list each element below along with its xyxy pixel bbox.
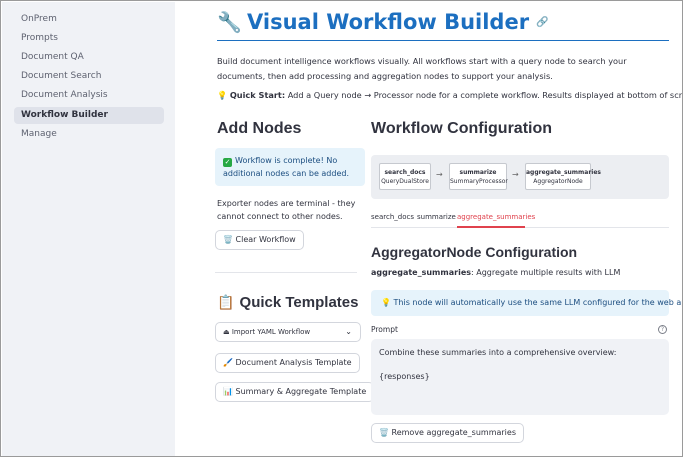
lightbulb-icon: 💡 [381,298,391,307]
graph-arrow: → [512,170,519,179]
success-alert: ✓ Workflow is complete! No additional nod… [215,148,365,186]
sidebar: OnPrem Prompts Document QA Document Sear… [2,2,175,456]
active-tab-indicator [457,226,525,228]
graph-node-summarize[interactable]: summarize SummaryProcessor [449,163,508,190]
import-icon: ⏏ [223,328,230,336]
quick-start-label: Quick Start: [229,90,286,100]
quick-templates-header: 📋 Quick Templates [217,292,358,311]
prompt-textarea[interactable]: Combine these summaries into a comprehen… [371,339,669,415]
document-analysis-template-button[interactable]: 🖌️ Document Analysis Template [215,353,360,373]
success-message: Workflow is complete! No additional node… [223,156,350,178]
quick-start-text: Add a Query node → Processor node for a … [285,90,683,100]
help-icon[interactable]: ? [658,325,667,334]
sidebar-item-onprem[interactable]: OnPrem [14,11,164,28]
app-window: OnPrem Prompts Document QA Document Sear… [0,0,683,457]
section-divider [215,272,357,273]
info-message: This node will automatically use the sam… [393,298,683,307]
graph-arrow: → [436,170,443,179]
main-content: 🔧 Visual Workflow Builder 🔗 Build docume… [175,2,683,456]
trash-icon: 🗑️ [223,235,233,244]
page-title-row: 🔧 Visual Workflow Builder 🔗 [217,10,549,38]
add-nodes-heading: Add Nodes [217,120,302,137]
tab-summarize[interactable]: summarize [417,213,456,221]
import-yaml-select[interactable]: ⏏ Import YAML Workflow ⌄ [215,322,361,342]
clear-workflow-button[interactable]: 🗑️ Clear Workflow [215,230,304,250]
summary-aggregate-template-button[interactable]: 📊 Summary & Aggregate Template [215,382,375,402]
graph-node-search-docs[interactable]: search_docs QueryDualStore [379,163,431,190]
node-description: : Aggregate multiple results with LLM [471,268,621,277]
sidebar-item-manage[interactable]: Manage [14,126,164,143]
sidebar-item-document-search[interactable]: Document Search [14,68,164,85]
bar-chart-icon: 📊 [223,387,233,396]
workflow-configuration-heading: Workflow Configuration [371,120,553,137]
clipboard-icon: 📋 [217,295,235,311]
title-divider [217,40,669,41]
workflow-graph: search_docs QueryDualStore → summarize S… [371,155,669,199]
page-description: Build document intelligence workflows vi… [217,56,627,81]
check-icon: ✓ [223,158,232,167]
quick-templates-heading: Quick Templates [239,294,359,311]
prompt-label: Prompt [371,325,398,334]
sidebar-item-document-qa[interactable]: Document QA [14,49,164,66]
node-name: aggregate_summaries [371,268,471,277]
tab-aggregate-summaries[interactable]: aggregate_summaries [457,213,535,221]
sidebar-item-document-analysis[interactable]: Document Analysis [14,87,164,104]
tab-search-docs[interactable]: search_docs [371,213,414,221]
exporter-note: Exporter nodes are terminal - they canno… [217,199,356,221]
brush-icon: 🖌️ [223,358,233,367]
chevron-down-icon: ⌄ [345,327,352,336]
remove-node-button[interactable]: 🗑️ Remove aggregate_summaries [371,423,524,443]
trash-icon: 🗑️ [379,428,389,437]
link-icon[interactable]: 🔗 [536,17,548,28]
quick-start-tip: 💡 Quick Start: Add a Query node → Proces… [217,90,683,101]
lightbulb-icon: 💡 [217,90,228,100]
sidebar-item-workflow-builder[interactable]: Workflow Builder [14,107,164,124]
wrench-icon: 🔧 [217,10,242,34]
page-title: Visual Workflow Builder [247,10,530,34]
info-alert: 💡 This node will automatically use the s… [371,290,682,316]
sidebar-item-prompts[interactable]: Prompts [14,30,164,47]
graph-node-aggregate-summaries[interactable]: aggregate_summaries AggregatorNode [525,163,601,190]
node-summary: aggregate_summaries: Aggregate multiple … [371,268,620,277]
node-configuration-heading: AggregatorNode Configuration [371,244,578,260]
